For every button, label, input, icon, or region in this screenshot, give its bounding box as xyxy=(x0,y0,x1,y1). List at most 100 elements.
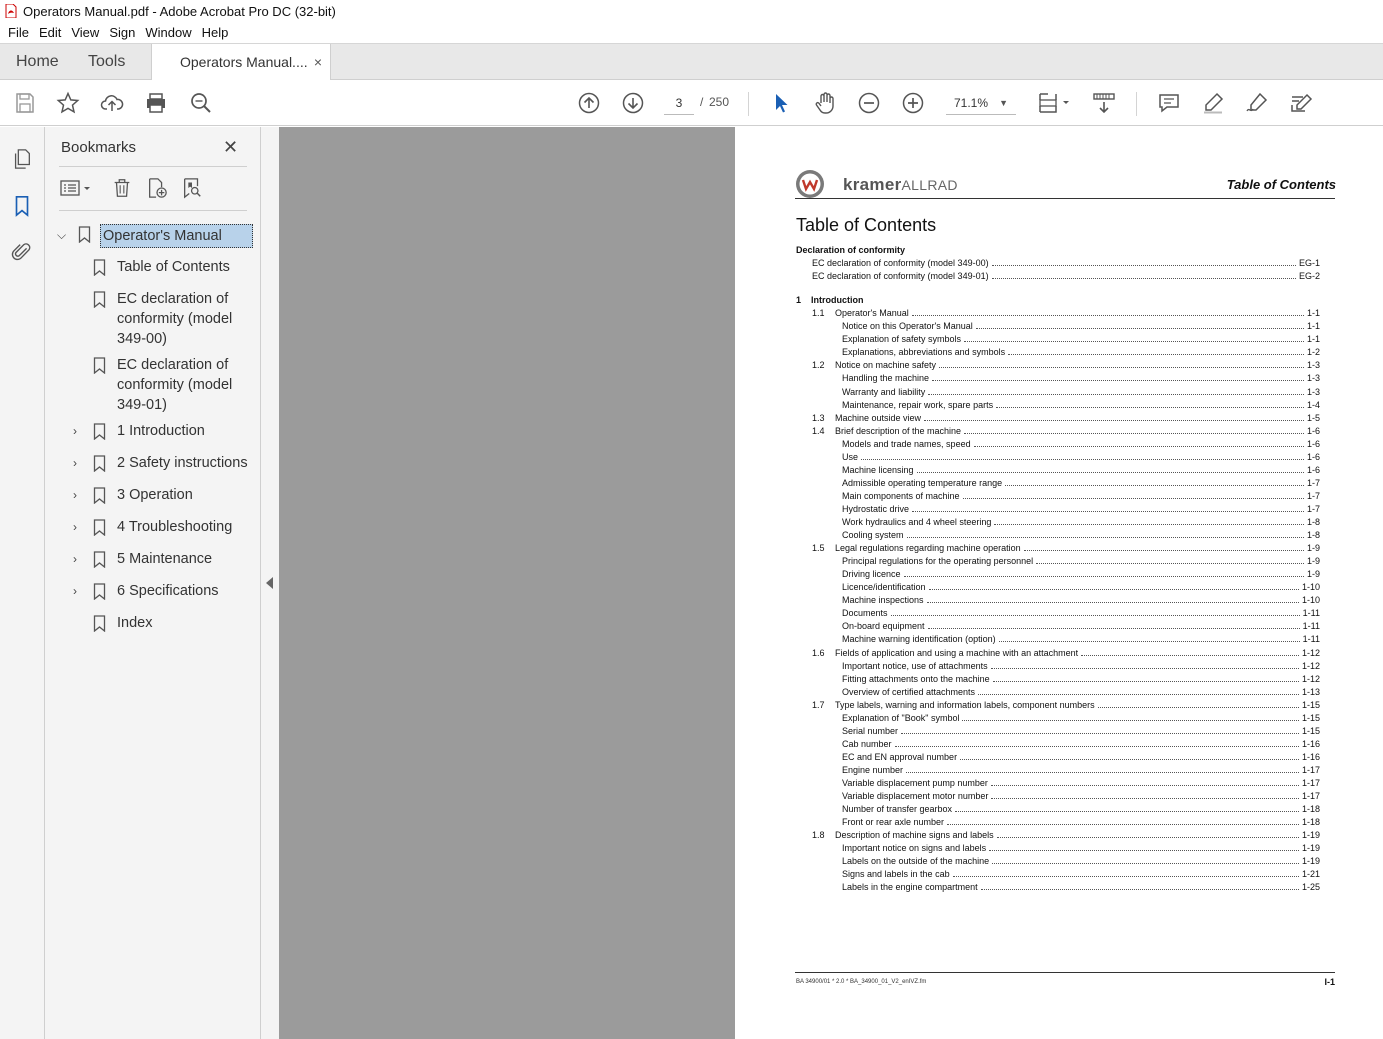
toc-entry[interactable]: 1.3 Machine outside view 1-5 xyxy=(796,412,1320,425)
find-bookmark-button[interactable] xyxy=(179,175,205,201)
fill-sign-button[interactable] xyxy=(1288,90,1314,116)
bookmark-item-specifications[interactable]: › 6 Specifications xyxy=(45,581,261,603)
delete-bookmark-button[interactable] xyxy=(109,175,135,201)
chevron-down-icon[interactable]: ⌵ xyxy=(57,225,66,245)
bookmark-star-button[interactable] xyxy=(55,90,81,116)
toc-entry[interactable]: Labels in the engine compartment 1-25 xyxy=(796,881,1320,894)
toc-entry[interactable]: 1.1 Operator's Manual 1-1 xyxy=(796,307,1320,320)
new-bookmark-button[interactable] xyxy=(144,175,170,201)
chevron-right-icon[interactable]: › xyxy=(73,453,77,473)
toc-entry[interactable]: Cooling system 1-8 xyxy=(796,529,1320,542)
highlight-button[interactable] xyxy=(1200,90,1226,116)
toc-entry[interactable]: Licence/identification 1-10 xyxy=(796,581,1320,594)
document-viewer[interactable]: kramerALLRAD Table of Contents Table of … xyxy=(279,127,1383,1039)
draw-button[interactable] xyxy=(1244,90,1270,116)
close-panel-button[interactable]: ✕ xyxy=(223,137,238,158)
toc-entry[interactable]: Engine number 1-17 xyxy=(796,764,1320,777)
toc-entry[interactable]: Explanation of safety symbols 1-1 xyxy=(796,333,1320,346)
previous-page-button[interactable] xyxy=(576,90,602,116)
tab-document[interactable]: Operators Manual.... × xyxy=(151,44,331,81)
toc-entry[interactable]: Machine warning identification (option) 1… xyxy=(796,633,1320,646)
toc-entry[interactable]: Declaration of conformity xyxy=(796,244,1320,257)
chevron-right-icon[interactable]: › xyxy=(73,485,77,505)
chevron-right-icon[interactable]: › xyxy=(73,549,77,569)
toc-entry[interactable]: Handling the machine 1-3 xyxy=(796,372,1320,385)
toc-entry[interactable]: Explanations, abbreviations and symbols 1… xyxy=(796,346,1320,359)
menu-edit[interactable]: Edit xyxy=(35,25,67,40)
toc-entry[interactable]: 1.4 Brief description of the machine 1-6 xyxy=(796,425,1320,438)
toc-entry[interactable]: Explanation of "Book" symbol 1-15 xyxy=(796,712,1320,725)
toc-entry[interactable]: 1.6 Fields of application and using a mac… xyxy=(796,647,1320,660)
select-tool-button[interactable] xyxy=(768,90,794,116)
toc-entry[interactable]: Documents 1-11 xyxy=(796,607,1320,620)
toc-entry[interactable]: Use 1-6 xyxy=(796,451,1320,464)
bookmark-item-maintenance[interactable]: › 5 Maintenance xyxy=(45,549,261,571)
bookmark-item-ec-declaration-349-00[interactable]: EC declaration of conformity (model 349-… xyxy=(45,289,261,351)
chevron-right-icon[interactable]: › xyxy=(73,517,77,537)
toc-entry[interactable]: Number of transfer gearbox 1-18 xyxy=(796,803,1320,816)
toc-entry[interactable]: Warranty and liability 1-3 xyxy=(796,386,1320,399)
toc-entry[interactable]: Work hydraulics and 4 wheel steering 1-8 xyxy=(796,516,1320,529)
toc-entry[interactable]: Main components of machine 1-7 xyxy=(796,490,1320,503)
bookmark-item-index[interactable]: Index xyxy=(45,613,261,635)
menu-window[interactable]: Window xyxy=(141,25,197,40)
toc-entry[interactable]: Hydrostatic drive 1-7 xyxy=(796,503,1320,516)
menu-help[interactable]: Help xyxy=(198,25,235,40)
comment-button[interactable] xyxy=(1156,90,1182,116)
menu-view[interactable]: View xyxy=(67,25,105,40)
panel-splitter[interactable] xyxy=(261,127,279,1039)
toc-entry[interactable]: Signs and labels in the cab 1-21 xyxy=(796,868,1320,881)
toc-entry[interactable]: Machine inspections 1-10 xyxy=(796,594,1320,607)
bookmark-item-introduction[interactable]: › 1 Introduction xyxy=(45,421,261,443)
zoom-level-select[interactable]: 71.1% ▼ xyxy=(946,91,1016,115)
hand-tool-button[interactable] xyxy=(812,90,838,116)
toc-entry[interactable]: 1.8 Description of machine signs and labe… xyxy=(796,829,1320,842)
menu-sign[interactable]: Sign xyxy=(105,25,141,40)
toc-entry[interactable]: Variable displacement pump number 1-17 xyxy=(796,777,1320,790)
zoom-in-button[interactable] xyxy=(900,90,926,116)
toc-entry[interactable]: Front or rear axle number 1-18 xyxy=(796,816,1320,829)
toc-entry[interactable]: Overview of certified attachments 1-13 xyxy=(796,686,1320,699)
bookmark-item-troubleshooting[interactable]: › 4 Troubleshooting xyxy=(45,517,261,539)
toc-entry[interactable]: Serial number 1-15 xyxy=(796,725,1320,738)
toc-entry[interactable]: Driving licence 1-9 xyxy=(796,568,1320,581)
menu-file[interactable]: File xyxy=(4,25,35,40)
zoom-out-button[interactable] xyxy=(856,90,882,116)
collapse-panel-icon[interactable] xyxy=(266,577,273,589)
scroll-mode-button[interactable] xyxy=(1091,90,1117,116)
tab-close-button[interactable]: × xyxy=(314,44,322,80)
tab-home[interactable]: Home xyxy=(16,44,59,80)
toc-entry[interactable]: EC declaration of conformity (model 349-… xyxy=(796,270,1320,283)
toc-entry[interactable]: Labels on the outside of the machine 1-19 xyxy=(796,855,1320,868)
toc-entry[interactable]: Principal regulations for the operating … xyxy=(796,555,1320,568)
toc-entry[interactable]: Models and trade names, speed 1-6 xyxy=(796,438,1320,451)
tab-tools[interactable]: Tools xyxy=(88,44,125,80)
toc-entry[interactable]: On-board equipment 1-11 xyxy=(796,620,1320,633)
toc-entry[interactable]: Admissible operating temperature range 1-… xyxy=(796,477,1320,490)
toc-entry[interactable]: Important notice on signs and labels 1-19 xyxy=(796,842,1320,855)
chevron-right-icon[interactable]: › xyxy=(73,421,77,441)
toc-entry[interactable]: 1.5 Legal regulations regarding machine o… xyxy=(796,542,1320,555)
toc-entry[interactable]: Maintenance, repair work, spare parts 1-4 xyxy=(796,399,1320,412)
toc-entry[interactable]: 1.2 Notice on machine safety 1-3 xyxy=(796,359,1320,372)
bookmark-options-button[interactable] xyxy=(59,175,95,201)
attachments-button[interactable] xyxy=(10,240,34,264)
toc-entry[interactable]: 1 Introduction xyxy=(796,294,1320,307)
toc-entry[interactable]: EC declaration of conformity (model 349-… xyxy=(796,257,1320,270)
print-button[interactable] xyxy=(143,90,169,116)
page-number-input[interactable]: 3 xyxy=(664,91,694,115)
toc-entry[interactable]: EC and EN approval number 1-16 xyxy=(796,751,1320,764)
toc-entry[interactable]: Cab number 1-16 xyxy=(796,738,1320,751)
bookmark-item-operation[interactable]: › 3 Operation xyxy=(45,485,261,507)
toc-entry[interactable]: Fitting attachments onto the machine 1-12 xyxy=(796,673,1320,686)
page-thumbnails-button[interactable] xyxy=(10,147,34,171)
bookmark-item-ec-declaration-349-01[interactable]: EC declaration of conformity (model 349-… xyxy=(45,355,261,417)
chevron-right-icon[interactable]: › xyxy=(73,581,77,601)
next-page-button[interactable] xyxy=(620,90,646,116)
toc-entry[interactable]: Important notice, use of attachments 1-12 xyxy=(796,660,1320,673)
toc-entry[interactable]: Notice on this Operator's Manual 1-1 xyxy=(796,320,1320,333)
bookmark-item-table-of-contents[interactable]: Table of Contents xyxy=(45,257,261,279)
toc-entry[interactable]: Machine licensing 1-6 xyxy=(796,464,1320,477)
toc-entry[interactable]: Variable displacement motor number 1-17 xyxy=(796,790,1320,803)
upload-button[interactable] xyxy=(99,90,125,116)
